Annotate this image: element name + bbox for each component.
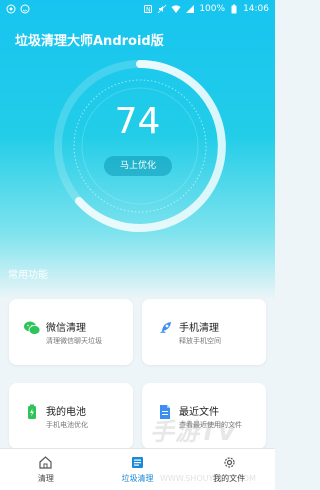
wechat-icon bbox=[24, 321, 41, 335]
svg-text:N: N bbox=[146, 7, 151, 14]
tab-clean[interactable]: 清理 bbox=[0, 449, 92, 490]
section-title: 常用功能 bbox=[8, 270, 48, 281]
rocket-icon bbox=[160, 322, 171, 333]
card-my-battery[interactable]: 我的电池 手机电池优化 bbox=[9, 383, 133, 449]
tab-my-files[interactable]: 我的文件 bbox=[183, 449, 275, 490]
nfc-icon: N bbox=[144, 5, 153, 14]
card-title: 我的电池 bbox=[46, 407, 86, 418]
tab-label: 清理 bbox=[37, 474, 54, 483]
status-bar: N 100% 14:06 bbox=[0, 0, 275, 18]
card-subtitle: 手机电池优化 bbox=[46, 421, 88, 429]
watermark-url: WWW.SHOUYOUTV.COM bbox=[160, 474, 256, 483]
app-title: 垃圾清理大师Android版 bbox=[15, 34, 164, 49]
card-phone-clean[interactable]: 手机清理 释放手机空间 bbox=[142, 299, 266, 365]
card-wechat-clean[interactable]: 微信清理 清理微信聊天垃圾 bbox=[9, 299, 133, 365]
card-title: 手机清理 bbox=[179, 323, 219, 334]
tab-label: 垃圾清理 bbox=[121, 474, 154, 483]
home-icon bbox=[39, 456, 52, 469]
signal-icon bbox=[186, 5, 195, 13]
card-title: 微信清理 bbox=[46, 323, 86, 334]
bottom-tab-bar: 清理 垃圾清理 我的文件 bbox=[0, 448, 275, 490]
card-subtitle: 释放手机空间 bbox=[179, 337, 221, 345]
mute-icon bbox=[158, 4, 167, 14]
notification-icon bbox=[6, 4, 16, 14]
wifi-icon bbox=[171, 5, 181, 13]
watermark-logo: 手游TV bbox=[150, 418, 237, 446]
score-value: 74 bbox=[114, 101, 161, 142]
list-icon bbox=[132, 457, 143, 468]
battery-icon bbox=[231, 4, 237, 14]
battery-percent: 100% bbox=[199, 4, 226, 14]
gear-icon bbox=[224, 457, 235, 468]
optimize-button[interactable]: 马上优化 bbox=[104, 156, 172, 176]
battery-icon bbox=[28, 404, 36, 419]
clock: 14:06 bbox=[243, 4, 269, 14]
tab-junk-clean[interactable]: 垃圾清理 bbox=[92, 449, 184, 490]
score-gauge bbox=[54, 60, 226, 232]
card-subtitle: 清理微信聊天垃圾 bbox=[46, 337, 102, 345]
face-icon bbox=[20, 4, 30, 14]
